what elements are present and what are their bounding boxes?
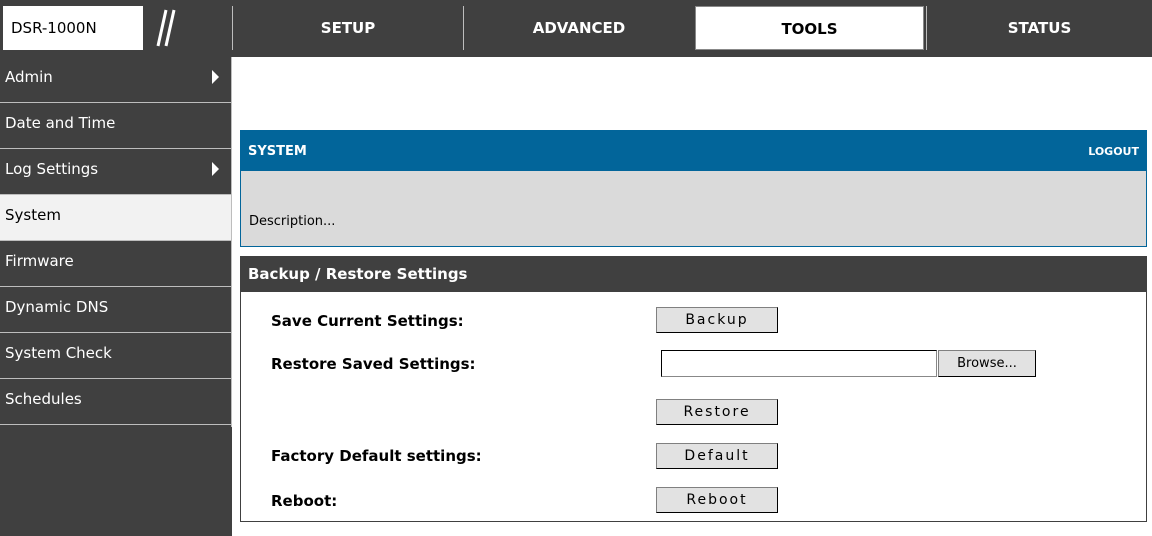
- tab-advanced[interactable]: ADVANCED: [464, 6, 694, 50]
- sidebar-item-system[interactable]: System: [0, 195, 231, 241]
- tab-tools[interactable]: TOOLS: [695, 6, 924, 50]
- save-settings-label: Save Current Settings:: [271, 312, 464, 330]
- page-title: SYSTEM: [248, 144, 307, 159]
- sidebar-item-dynamic-dns[interactable]: Dynamic DNS: [0, 287, 231, 333]
- sidebar: Admin Date and Time Log Settings System …: [0, 57, 232, 536]
- reboot-label: Reboot:: [271, 492, 338, 510]
- sidebar-item-label: Admin: [5, 68, 53, 86]
- sidebar-item-schedules[interactable]: Schedules: [0, 379, 231, 425]
- sidebar-item-label: System Check: [5, 344, 112, 362]
- reboot-button[interactable]: Reboot: [656, 487, 778, 513]
- sidebar-item-log-settings[interactable]: Log Settings: [0, 149, 231, 195]
- default-button[interactable]: Default: [656, 443, 778, 469]
- restore-settings-label: Restore Saved Settings:: [271, 355, 476, 373]
- tab-status[interactable]: STATUS: [927, 6, 1152, 50]
- restore-button[interactable]: Restore: [656, 399, 778, 425]
- sidebar-item-label: Date and Time: [5, 114, 116, 132]
- backup-button[interactable]: Backup: [656, 307, 778, 333]
- logout-link[interactable]: LOGOUT: [1088, 145, 1139, 158]
- system-panel-header: SYSTEM LOGOUT: [240, 130, 1147, 171]
- browse-button[interactable]: Browse...: [938, 350, 1036, 377]
- backup-restore-panel: Save Current Settings: Backup Restore Sa…: [240, 292, 1147, 522]
- chevron-right-icon: [212, 162, 219, 176]
- sidebar-item-label: System: [5, 206, 61, 224]
- sidebar-item-firmware[interactable]: Firmware: [0, 241, 231, 287]
- sidebar-item-date-and-time[interactable]: Date and Time: [0, 103, 231, 149]
- sidebar-item-label: Dynamic DNS: [5, 298, 109, 316]
- tab-setup[interactable]: SETUP: [233, 6, 463, 50]
- model-name: DSR-1000N: [3, 6, 143, 50]
- factory-default-label: Factory Default settings:: [271, 447, 482, 465]
- sidebar-divider: [231, 57, 232, 427]
- sidebar-item-system-check[interactable]: System Check: [0, 333, 231, 379]
- sidebar-item-admin[interactable]: Admin: [0, 57, 231, 103]
- slashes-logo-icon: [156, 9, 176, 47]
- top-nav-bar: DSR-1000N SETUP ADVANCED TOOLS STATUS: [0, 0, 1152, 57]
- sidebar-item-label: Schedules: [5, 390, 82, 408]
- chevron-right-icon: [212, 70, 219, 84]
- sidebar-item-label: Firmware: [5, 252, 74, 270]
- system-description-box: Description...: [240, 171, 1147, 247]
- sidebar-item-label: Log Settings: [5, 160, 99, 178]
- description-text: Description...: [249, 214, 336, 229]
- backup-restore-header: Backup / Restore Settings: [240, 256, 1147, 292]
- restore-file-input[interactable]: [661, 350, 937, 377]
